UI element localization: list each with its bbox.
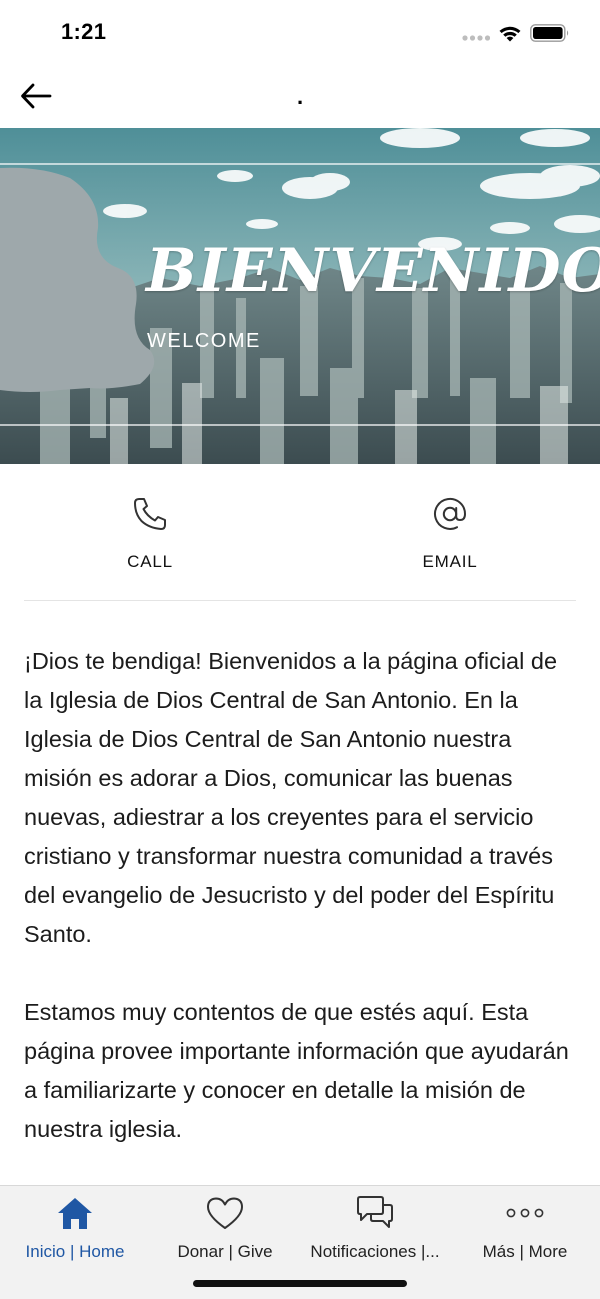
arrow-left-icon: [21, 83, 52, 109]
page-title: .: [296, 84, 304, 109]
welcome-content: ¡Dios te bendiga! Bienvenidos a la págin…: [24, 642, 580, 1185]
tab-home-label: Inicio | Home: [25, 1242, 125, 1261]
signal-dots-icon: [462, 35, 490, 41]
hero-banner: BIENVENIDO WELCOME: [0, 128, 600, 464]
heart-icon: [205, 1194, 245, 1232]
tab-bar: Inicio | Home Donar | Give Notificacione…: [0, 1185, 600, 1299]
at-sign-icon: [434, 497, 467, 530]
battery-icon: [530, 24, 569, 42]
home-indicator: [193, 1280, 407, 1287]
hero-title: BIENVENIDO: [146, 236, 600, 306]
tab-more-label: Más | More: [482, 1242, 568, 1261]
tab-notifications-label: Notificaciones |...: [310, 1242, 440, 1261]
more-dots-icon: [505, 1194, 545, 1232]
phone-icon: [134, 498, 166, 530]
status-bar: 1:21: [0, 0, 600, 66]
paragraph-welcome: Estamos muy contentos de que estés aquí.…: [24, 999, 569, 1142]
home-icon: [55, 1194, 95, 1232]
email-label: EMAIL: [422, 552, 478, 571]
hero-subtitle: WELCOME: [147, 330, 261, 352]
wifi-icon: [499, 26, 521, 42]
chat-bubbles-icon: [355, 1194, 395, 1232]
divider: [24, 600, 576, 601]
call-label: CALL: [127, 552, 173, 571]
tab-give[interactable]: Donar | Give: [150, 1186, 300, 1264]
email-button[interactable]: EMAIL: [370, 494, 530, 584]
status-time: 1:21: [61, 19, 107, 44]
back-button[interactable]: [14, 76, 58, 116]
nav-bar: .: [0, 66, 600, 128]
tab-more[interactable]: Más | More: [450, 1186, 600, 1264]
paragraph-blessing: ¡Dios te bendiga! Bienvenidos a la págin…: [24, 648, 558, 947]
tab-home[interactable]: Inicio | Home: [0, 1186, 150, 1264]
tab-notifications[interactable]: Notificaciones |...: [300, 1186, 450, 1264]
contact-actions: CALL EMAIL: [0, 464, 600, 600]
tab-give-label: Donar | Give: [177, 1242, 273, 1261]
call-button[interactable]: CALL: [70, 494, 230, 584]
